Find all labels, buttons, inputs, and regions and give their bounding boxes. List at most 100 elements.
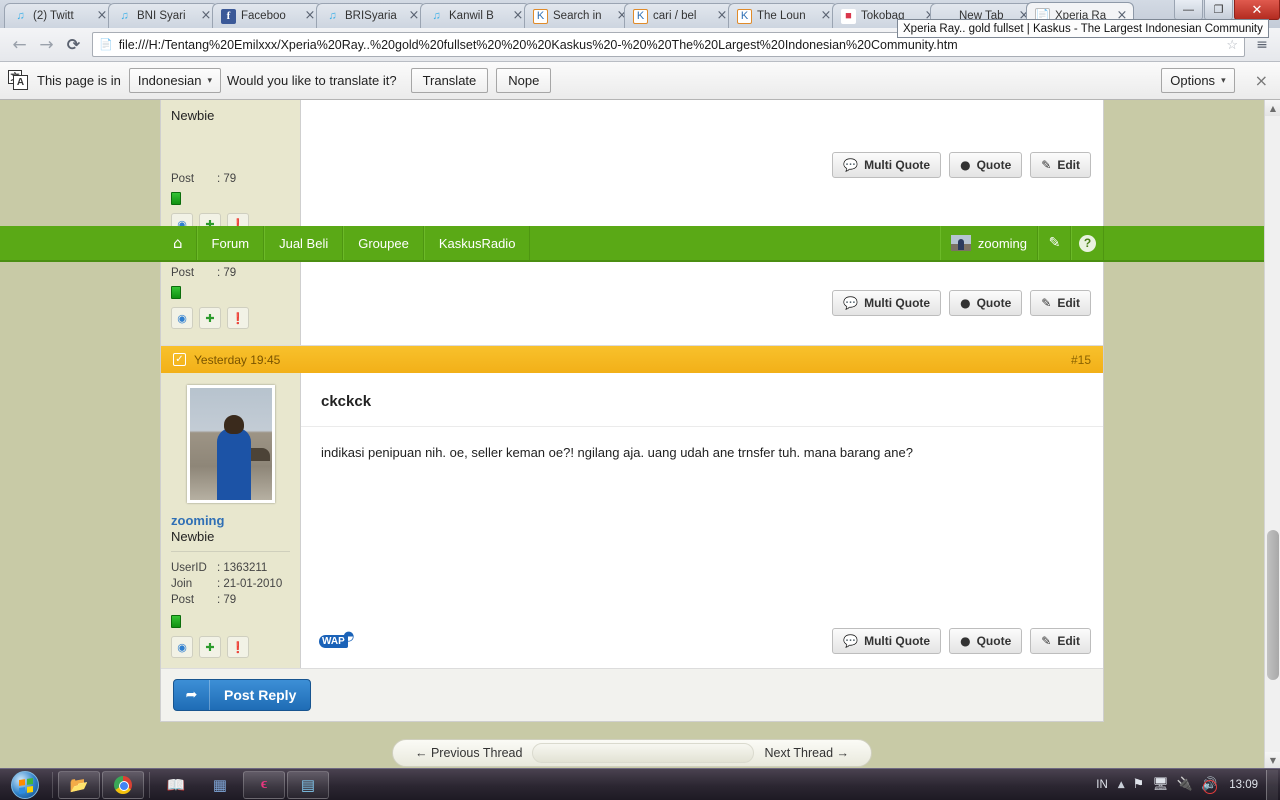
taskbar-item-windows-app[interactable]: ▤ [287, 770, 329, 799]
tab-close-icon[interactable]: × [407, 9, 421, 23]
back-button[interactable]: ← [6, 31, 33, 58]
browser-tab-3[interactable]: ♫ BRISyaria × [316, 3, 426, 28]
show-desktop-button[interactable] [1266, 769, 1278, 800]
previous-post: Newbie Post: 79 ◉ ✚ ❗ 💬 Multi Quote ● Qu… [160, 100, 1104, 245]
author-username[interactable]: zooming [171, 513, 290, 528]
author-join-value: : 21-01-2010 [217, 578, 283, 590]
translate-icon-target: A [13, 75, 28, 90]
close-button[interactable]: ✕ [1234, 0, 1280, 20]
taskbar-item-chrome[interactable] [102, 770, 144, 799]
tab-close-icon[interactable]: × [715, 9, 729, 23]
start-button[interactable] [2, 770, 48, 800]
compose-icon[interactable]: ✎ [1038, 226, 1071, 260]
previous-thread-link[interactable]: ← Previous Thread [393, 746, 522, 760]
translate-button[interactable]: Translate [410, 68, 489, 93]
browser-tab-5[interactable]: K Search in × [524, 3, 634, 28]
network-icon[interactable]: 🖥 [1152, 777, 1169, 792]
tab-close-icon[interactable]: × [199, 9, 213, 23]
tab-label: The Loun [757, 10, 806, 22]
previous-post-userbox: Newbie Post: 79 ◉ ✚ ❗ [161, 100, 301, 243]
browser-tab-7[interactable]: K The Loun × [728, 3, 838, 28]
language-indicator[interactable]: IN [1096, 779, 1108, 791]
profile-icon[interactable]: ◉ [171, 636, 193, 658]
reload-button[interactable]: ⟳ [60, 31, 87, 58]
bookmark-star-icon[interactable]: ☆ [1220, 37, 1238, 53]
scroll-down-arrow-icon[interactable]: ▼ [1265, 752, 1280, 768]
battery-icon[interactable]: 🔌 [1177, 777, 1193, 792]
taskbar-item-opera-mini[interactable]: ϵ [243, 770, 285, 799]
taskbar-item-book-reader[interactable]: 📖 [155, 771, 197, 799]
post-main: ckckck indikasi penipuan nih. oe, seller… [301, 373, 1103, 668]
edit-button[interactable]: ✎ Edit [1030, 152, 1091, 178]
browser-tab-2[interactable]: f Faceboo × [212, 3, 322, 28]
quote-icon: ● [960, 296, 971, 310]
browser-tab-1[interactable]: ♫ BNI Syari × [108, 3, 218, 28]
options-button[interactable]: Options ▾ [1161, 68, 1235, 93]
tab-close-icon[interactable]: × [303, 9, 317, 23]
taskbar-item-file-explorer[interactable]: 📂 [58, 770, 100, 799]
forward-button[interactable]: → [33, 31, 60, 58]
show-hidden-icons-icon[interactable]: ▲ [1118, 780, 1125, 790]
help-icon[interactable]: ? [1071, 226, 1104, 260]
infobar-prefix: This page is in [37, 73, 121, 88]
multi-quote-button[interactable]: 💬 Multi Quote [832, 628, 942, 654]
previous-post-post-value: : 79 [217, 173, 237, 185]
multi-quote-button[interactable]: 💬 Multi Quote [832, 152, 942, 178]
forum-nav-home[interactable]: ⌂ [160, 226, 197, 260]
post-number[interactable]: #15 [1071, 353, 1091, 367]
quote-button[interactable]: ● Quote [949, 152, 1023, 178]
wap-signal-icon: ◓ [343, 628, 355, 644]
translate-infobar: 文 A This page is in Indonesian ▾ Would y… [0, 62, 1280, 100]
language-select[interactable]: Indonesian ▾ [128, 68, 221, 93]
profile-icon[interactable]: ◉ [171, 307, 193, 329]
author-userid-label: UserID [171, 562, 207, 574]
report-icon[interactable]: ❗ [227, 636, 249, 658]
flag-action-center-icon[interactable]: ⚑ [1133, 777, 1145, 792]
add-reputation-icon[interactable]: ✚ [199, 636, 221, 658]
infobar-close-icon[interactable]: × [1255, 71, 1268, 90]
windows-logo-icon [11, 770, 39, 799]
post-check-icon[interactable]: ✓ [173, 353, 186, 366]
multi-quote-button[interactable]: 💬 Multi Quote [832, 290, 942, 316]
tail-mini-icons: ◉ ✚ ❗ [171, 307, 290, 329]
online-status-indicator [171, 192, 181, 205]
forum-nav-item-forum[interactable]: Forum [196, 226, 265, 260]
book-icon: 📖 [166, 776, 186, 794]
next-thread-link[interactable]: Next Thread → [764, 746, 871, 760]
taskbar-item-blue-app[interactable]: ▦ [199, 771, 241, 799]
add-reputation-icon[interactable]: ✚ [199, 307, 221, 329]
edit-button[interactable]: ✎ Edit [1030, 628, 1091, 654]
tab-close-icon[interactable]: × [511, 9, 525, 23]
wap-icon[interactable]: WAP ◓ [319, 629, 354, 648]
post-footer: WAP ◓ 💬 Multi Quote ● Quote ✎ Edit [301, 614, 1103, 668]
browser-tab-0[interactable]: ♫ (2) Twitt × [4, 3, 114, 28]
volume-muted-icon[interactable]: 🔊 [1201, 777, 1218, 794]
minimize-button[interactable]: — [1174, 0, 1203, 20]
twitter-icon: ♫ [120, 9, 129, 22]
tab-label: Faceboo [241, 10, 286, 22]
forum-nav-user[interactable]: zooming [939, 226, 1038, 260]
author-join-row: Join: 21-01-2010 [171, 576, 290, 592]
browser-tab-4[interactable]: ♫ Kanwil B × [420, 3, 530, 28]
browser-tab-6[interactable]: K cari / bel × [624, 3, 734, 28]
forum-nav-item-jual-beli[interactable]: Jual Beli [264, 226, 344, 260]
maximize-button[interactable]: ❐ [1204, 0, 1233, 20]
tab-close-icon[interactable]: × [819, 9, 833, 23]
forum-nav-item-groupee[interactable]: Groupee [343, 226, 424, 260]
tab-close-icon[interactable]: × [95, 9, 109, 23]
previous-post-actions: 💬 Multi Quote ● Quote ✎ Edit [824, 147, 1103, 183]
author-post-value: : 79 [217, 594, 237, 606]
scrollbar-thumb[interactable] [1267, 530, 1279, 680]
report-icon[interactable]: ❗ [227, 307, 249, 329]
quote-button[interactable]: ● Quote [949, 628, 1023, 654]
author-avatar[interactable] [186, 385, 275, 503]
vertical-scrollbar[interactable]: ▲ ▼ [1264, 100, 1280, 768]
nope-button[interactable]: Nope [496, 68, 552, 93]
taskbar-clock[interactable]: 13:09 [1229, 779, 1258, 791]
forum-nav-item-kaskusradio[interactable]: KaskusRadio [423, 226, 531, 260]
scroll-up-arrow-icon[interactable]: ▲ [1265, 100, 1280, 116]
quote-button[interactable]: ● Quote [949, 290, 1023, 316]
folder-icon: 📂 [69, 776, 89, 794]
post-reply-button[interactable]: ➦ Post Reply [173, 679, 312, 711]
edit-button[interactable]: ✎ Edit [1030, 290, 1091, 316]
